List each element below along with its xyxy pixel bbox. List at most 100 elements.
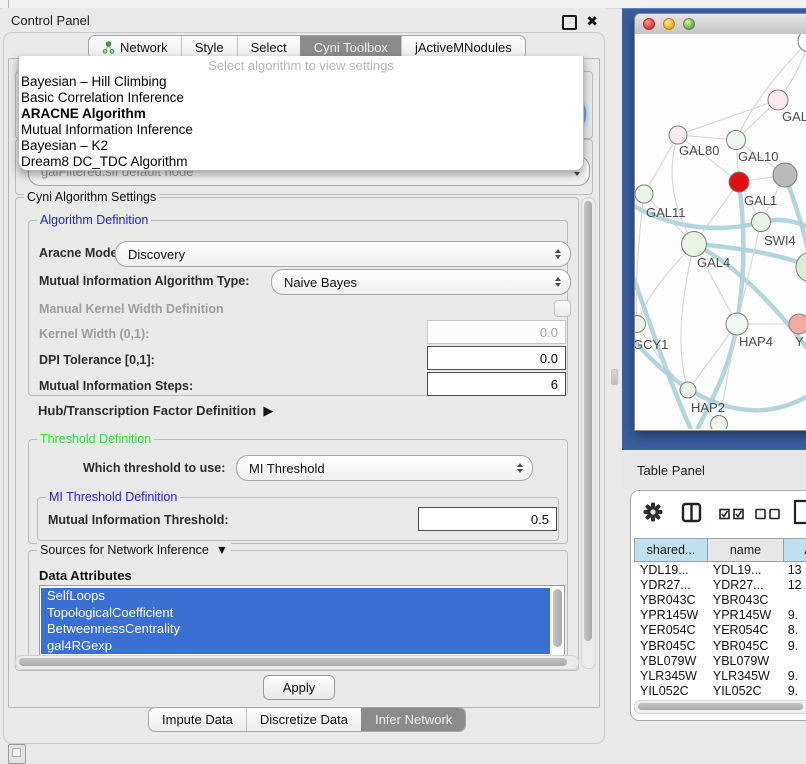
table-row[interactable]: YBR043CYBR043C [634,592,806,607]
minimize-traffic-light-icon[interactable] [663,18,675,30]
panel-splitter-handle[interactable] [611,369,618,385]
network-node-gal80[interactable] [669,126,687,144]
column-header-a[interactable]: A [784,538,806,562]
dock-panel-icon[interactable] [8,744,26,764]
column-header-name[interactable]: name [708,538,784,562]
table-cell: YBR045C [707,639,782,653]
attribute-item-gal4rgexp[interactable]: gal4RGexp [41,638,550,655]
kernel-width-field[interactable]: 0.0 [427,320,566,344]
close-traffic-light-icon[interactable] [643,18,655,30]
network-node-gal[interactable] [768,90,788,110]
split-columns-icon[interactable] [681,502,702,528]
settings-vertical-scrollbar[interactable] [581,197,596,669]
algorithm-option-aracne-algorithm[interactable]: ARACNE Algorithm [19,106,583,122]
close-icon[interactable]: ✖ [586,12,598,30]
apply-button[interactable]: Apply [263,675,335,700]
settings-gear-icon[interactable] [643,502,663,527]
network-canvas[interactable]: GALGAL80GAL10GAL1GAL11SWI4GAL4GCY1HAP4YH… [635,34,806,429]
network-edge[interactable] [678,100,778,135]
algorithm-option-bayesian-hill-climbing[interactable]: Bayesian – Hill Climbing [19,74,583,90]
zoom-traffic-light-icon[interactable] [683,18,695,30]
algorithm-option-bayesian-k2[interactable]: Bayesian – K2 [19,138,583,154]
network-node-hap2[interactable] [680,382,696,398]
dpi-tolerance-label: DPI Tolerance [0,1]: [39,353,155,367]
network-edge[interactable] [695,182,743,429]
table-row[interactable]: YDL19...YDL19...13 [634,562,806,577]
node-label-gal4: GAL4 [697,255,730,270]
bottom-tab-infer-network[interactable]: Infer Network [361,708,465,731]
column-header-shared[interactable]: shared... [634,538,708,562]
network-node-gal4[interactable] [682,232,707,257]
table-cell: YDR27... [707,578,782,592]
algorithm-option-dream8-dc-tdc-algorithm[interactable]: Dream8 DC_TDC Algorithm [19,154,583,170]
table-cell: YDL19... [707,563,782,577]
table-cell: 12 [782,578,806,592]
network-window[interactable]: GALGAL80GAL10GAL1GAL11SWI4GAL4GCY1HAP4YH… [634,13,806,431]
attribute-item-topologicalcoefficient[interactable]: TopologicalCoefficient [41,605,550,622]
list-scrollbar-thumb[interactable] [553,589,562,647]
table-horizontal-scrollbar-thumb[interactable] [638,703,803,710]
bottom-tab-impute-data[interactable]: Impute Data [149,708,246,731]
sources-group-label: Sources for Network Inference [40,543,209,557]
table-row[interactable]: YPR145WYPR145W9. [634,608,806,623]
network-node-hap4[interactable] [726,313,748,335]
aracne-mode-value: Discovery [128,247,185,262]
network-node-gal1[interactable] [729,172,749,192]
network-window-titlebar[interactable] [635,14,806,35]
table-row[interactable]: YER054CYER054C8. [634,623,806,638]
table-cell: YIL052C [707,684,782,698]
algorithm-option-basic-correlation-inference[interactable]: Basic Correlation Inference [19,90,583,106]
network-node[interactable] [796,252,806,282]
sources-group-title[interactable]: Sources for Network Inference ▼ [37,543,231,557]
network-node-swi4[interactable] [752,213,771,232]
network-node[interactable] [711,416,728,430]
network-node[interactable] [798,34,806,52]
table-row[interactable]: YBL079WYBL079W [634,653,806,668]
table-cell: 9. [782,669,806,683]
hub-definition-expander[interactable]: Hub/Transcription Factor Definition ▶ [38,403,273,419]
network-edge[interactable] [736,41,806,140]
mi-type-combobox[interactable]: Naive Bayes [271,269,571,295]
table-cell: YBL079W [707,654,782,668]
collapsed-arrow-icon[interactable]: ▶ [260,403,274,418]
select-all-checkboxes-icon[interactable] [719,507,745,525]
network-node[interactable] [773,163,797,187]
deselect-all-checkboxes-icon[interactable] [755,507,781,525]
network-node-gal11[interactable] [635,185,653,203]
settings-group-title: Cyni Algorithm Settings [24,190,159,204]
attribute-item-betweennesscentrality[interactable]: BetweennessCentrality [41,621,550,638]
table-row[interactable]: YLR345WYLR345W9. [634,668,806,683]
table-cell: YBL079W [634,654,707,668]
network-graph[interactable]: GALGAL80GAL10GAL1GAL11SWI4GAL4GCY1HAP4YH… [635,34,806,429]
tab-jactivemnodules-label: jActiveMNodules [415,40,512,55]
mi-steps-field[interactable]: 6 [427,372,566,396]
manual-kernel-checkbox[interactable] [554,300,571,317]
network-edge[interactable] [681,244,694,390]
network-node-gcy1[interactable] [635,316,646,333]
settings-horizontal-scrollbar-thumb[interactable] [19,658,567,666]
dpi-tolerance-field[interactable]: 0.0 [427,346,566,370]
mi-threshold-field[interactable]: 0.5 [418,507,557,531]
node-label-gal80: GAL80 [679,143,719,158]
table-row[interactable]: YIL052CYIL052C9. [634,684,806,699]
table-row[interactable]: YDR27...YDR27...12 [634,577,806,592]
settings-vertical-scrollbar-thumb[interactable] [584,201,592,641]
aracne-mode-combobox[interactable]: Discovery [115,241,571,267]
table-body: YDL19...YDL19...13YDR27...YDR27...12YBR0… [634,562,806,720]
settings-horizontal-scrollbar[interactable] [15,655,579,670]
table-panel-titlebar: Table Panel [622,450,806,490]
network-node-y[interactable] [789,314,806,334]
bottom-tab-discretize-data[interactable]: Discretize Data [246,708,361,731]
table-header-row: shared...nameA [634,538,806,562]
attribute-item-selfloops[interactable]: SelfLoops [41,588,550,605]
algorithm-option-mutual-information-inference[interactable]: Mutual Information Inference [19,122,583,138]
table-horizontal-scrollbar[interactable] [634,700,806,714]
network-node-gal10[interactable] [727,131,746,150]
expanded-arrow-icon[interactable]: ▼ [212,543,228,557]
page-icon[interactable] [793,499,806,530]
which-threshold-combobox[interactable]: MI Threshold [236,455,533,481]
table-row[interactable]: YBR045CYBR045C9. [634,638,806,653]
data-attributes-list[interactable]: SelfLoopsTopologicalCoefficientBetweenne… [39,585,565,657]
algorithm-dropdown-popup: Select algorithm to view settings Bayesi… [18,56,584,171]
undock-icon[interactable] [562,15,577,30]
